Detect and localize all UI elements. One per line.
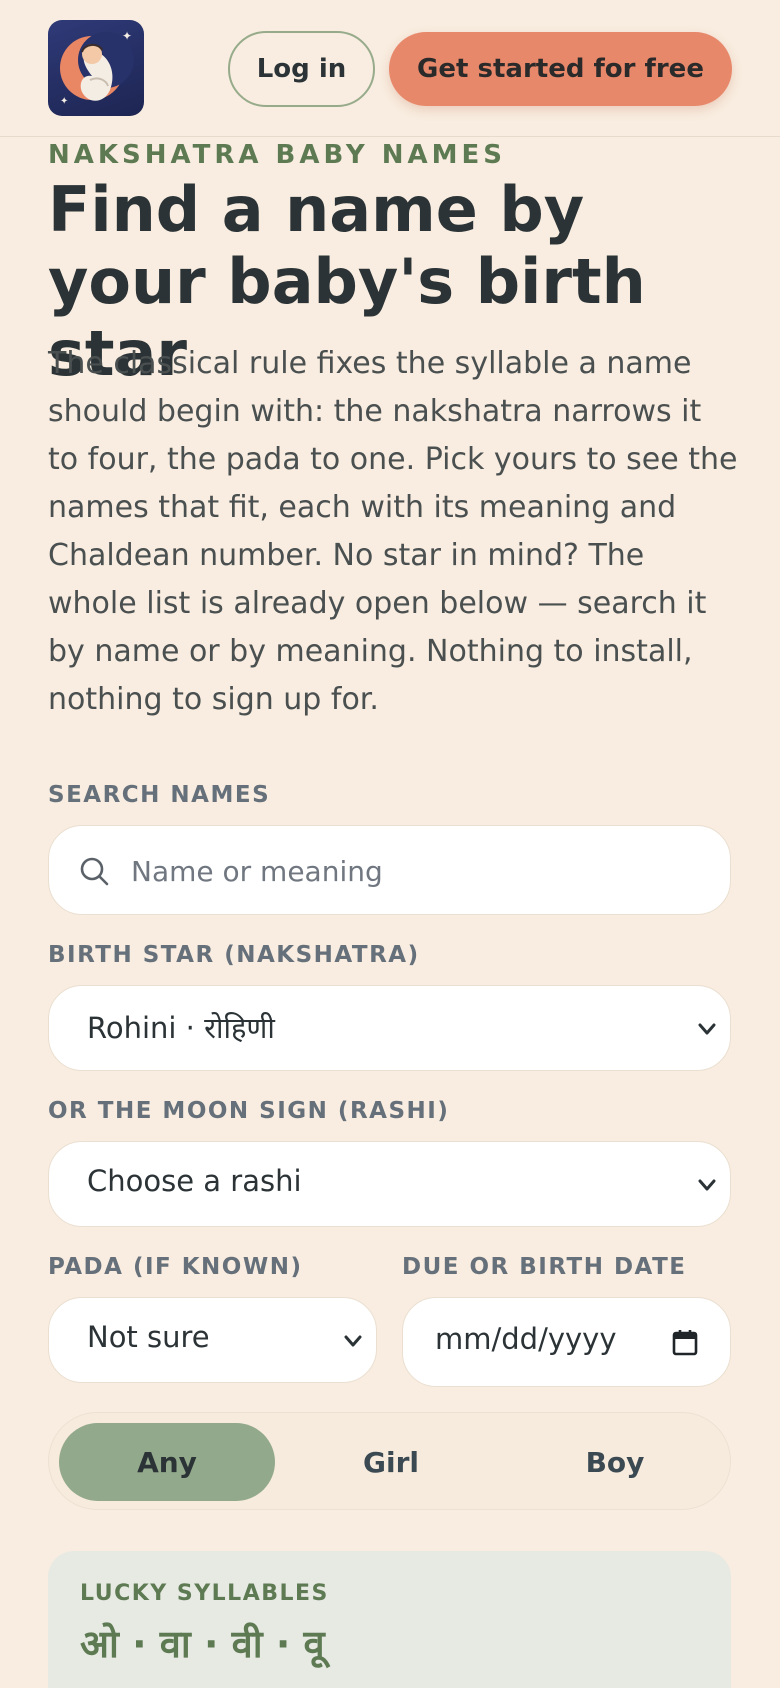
lucky-syllables-card: LUCKY SYLLABLES ओ · वा · वी · वू xyxy=(48,1551,731,1688)
birth-star-select[interactable]: Rohini · रोहिणी xyxy=(48,985,731,1071)
date-label: DUE OR BIRTH DATE xyxy=(402,1254,687,1280)
svg-text:✦: ✦ xyxy=(60,96,68,107)
search-icon xyxy=(80,857,109,886)
login-button[interactable]: Log in xyxy=(228,31,375,107)
search-input[interactable] xyxy=(131,846,691,896)
chevron-down-icon xyxy=(698,1179,716,1191)
gender-toggle: Any Girl Boy xyxy=(48,1412,731,1510)
search-label: SEARCH NAMES xyxy=(48,782,271,808)
intro-text: The classical rule fixes the syllable a … xyxy=(48,346,738,717)
top-bar: ✦ ✦ Log in Get started for free xyxy=(0,0,780,137)
date-placeholder: mm/dd/yyyy xyxy=(435,1322,617,1356)
search-field[interactable] xyxy=(48,825,731,915)
date-input[interactable]: mm/dd/yyyy xyxy=(402,1297,731,1387)
svg-text:✦: ✦ xyxy=(122,29,132,43)
lucky-syllables-value: ओ · वा · वी · वू xyxy=(80,1622,325,1666)
rashi-select[interactable]: Choose a rashi xyxy=(48,1141,731,1227)
eyebrow-label: NAKSHATRA BABY NAMES xyxy=(48,140,507,170)
pada-select[interactable]: Not sure xyxy=(48,1297,377,1383)
rashi-value: Choose a rashi xyxy=(87,1164,302,1198)
birth-star-value: Rohini · रोहिणी xyxy=(87,1011,275,1045)
pada-value: Not sure xyxy=(87,1320,210,1354)
pada-label: PADA (IF KNOWN) xyxy=(48,1254,303,1280)
gender-option-boy[interactable]: Boy xyxy=(507,1423,723,1501)
gender-option-girl[interactable]: Girl xyxy=(283,1423,499,1501)
app-logo[interactable]: ✦ ✦ xyxy=(48,20,144,116)
gender-option-any[interactable]: Any xyxy=(59,1423,275,1501)
birth-star-label: BIRTH STAR (NAKSHATRA) xyxy=(48,942,420,968)
calendar-icon[interactable] xyxy=(672,1328,698,1356)
lucky-syllables-label: LUCKY SYLLABLES xyxy=(80,1581,329,1606)
get-started-button[interactable]: Get started for free xyxy=(389,32,732,106)
chevron-down-icon xyxy=(698,1023,716,1035)
chevron-down-icon xyxy=(344,1335,362,1347)
sleeping-baby-moon-logo-icon: ✦ ✦ xyxy=(60,29,134,107)
rashi-label: OR THE MOON SIGN (RASHI) xyxy=(48,1098,450,1124)
